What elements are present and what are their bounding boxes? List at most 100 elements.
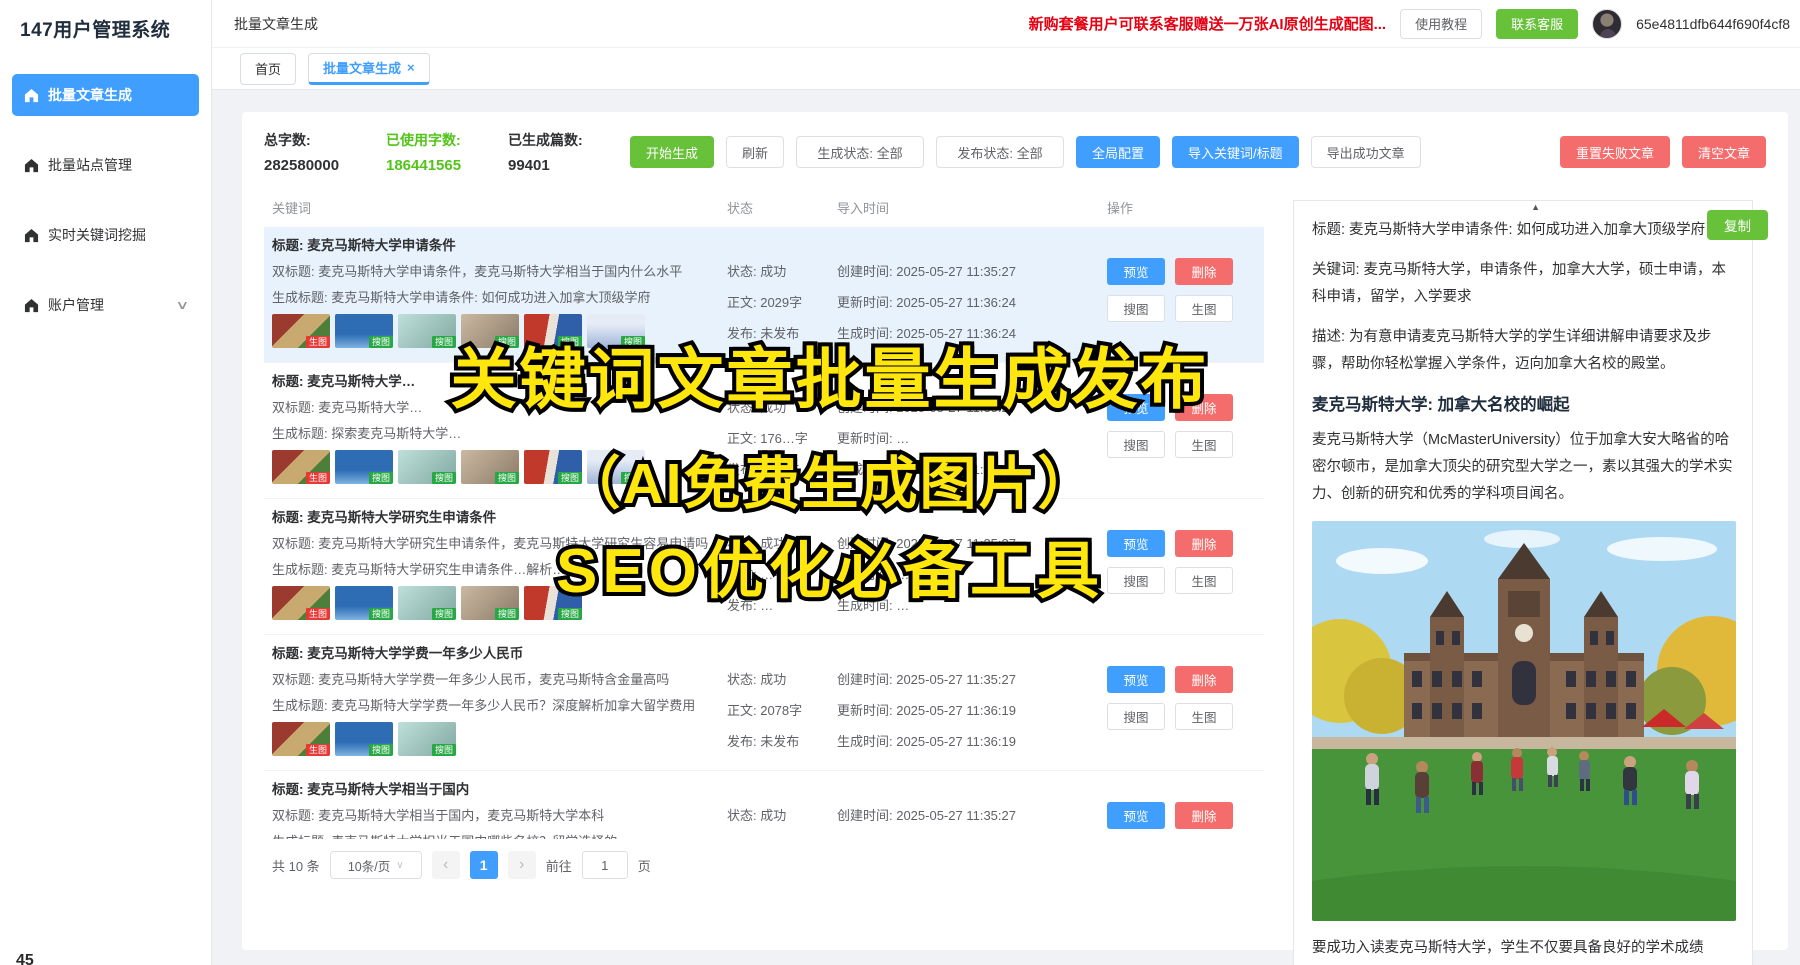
stat-value: 99401 (508, 157, 604, 174)
status-line: 状态: 成功 (727, 806, 837, 826)
time-cell: 创建时间: 2025-05-27 11:35:27更新时间: …生成时间: 20… (837, 372, 1107, 491)
global-config-button[interactable]: 全局配置 (1076, 136, 1160, 168)
thumbnail[interactable]: 搜图 (335, 450, 393, 484)
clear-articles-button[interactable]: 清空文章 (1682, 136, 1766, 168)
thumbnail[interactable]: 搜图 (587, 450, 645, 484)
thumbnail[interactable]: 搜图 (335, 586, 393, 620)
thumbnail-tag: 搜图 (558, 608, 582, 620)
table-row[interactable]: 标题: 麦克马斯特大学申请条件双标题: 麦克马斯特大学申请条件，麦克马斯特大学相… (264, 227, 1264, 363)
delete-button[interactable]: 删除 (1175, 666, 1233, 693)
sidebar-item-batch-site[interactable]: 批量站点管理 (12, 144, 199, 186)
delete-button[interactable]: 删除 (1175, 530, 1233, 557)
thumbnail[interactable]: 搜图 (398, 586, 456, 620)
current-page-button[interactable]: 1 (470, 851, 498, 879)
generate-image-button[interactable]: 生图 (1175, 703, 1233, 730)
status-line: 发布: … (727, 596, 837, 616)
preview-button[interactable]: 预览 (1107, 666, 1165, 693)
contact-support-button[interactable]: 联系客服 (1496, 9, 1578, 39)
thumbnail[interactable]: 搜图 (335, 314, 393, 348)
thumbnail-tag: 搜图 (621, 336, 645, 348)
preview-button[interactable]: 预览 (1107, 530, 1165, 557)
table-row[interactable]: 标题: 麦克马斯特大学…双标题: 麦克马斯特大学…生成标题: 探索麦克马斯特大学… (264, 363, 1264, 499)
stat-value: 282580000 (264, 157, 360, 174)
keyword-cell: 标题: 麦克马斯特大学…双标题: 麦克马斯特大学…生成标题: 探索麦克马斯特大学… (272, 372, 727, 491)
tutorial-button[interactable]: 使用教程 (1400, 9, 1482, 39)
generate-image-button[interactable]: 生图 (1175, 567, 1233, 594)
thumbnail-strip: 生图搜图搜图搜图搜图 (272, 586, 715, 620)
pagination: 共 10 条 10条/页 ∨ ‹ 1 › 前往 页 (264, 851, 1264, 879)
goto-label: 前往 (546, 856, 572, 875)
generated-title: 生成标题: 麦克马斯特大学申请条件: 如何成功进入加拿大顶级学府 (272, 288, 715, 308)
sidebar-item-batch-article[interactable]: 批量文章生成 (12, 74, 199, 116)
thumbnail[interactable]: 搜图 (398, 450, 456, 484)
search-image-button[interactable]: 搜图 (1107, 703, 1165, 730)
time-line: 生成时间: 2025-05-27 11:36:19 (837, 732, 1107, 752)
table-row[interactable]: 标题: 麦克马斯特大学研究生申请条件双标题: 麦克马斯特大学研究生申请条件，麦克… (264, 499, 1264, 635)
status-line: 发布: 未发布 (727, 732, 837, 752)
thumbnail[interactable]: 搜图 (461, 314, 519, 348)
search-image-button[interactable]: 搜图 (1107, 567, 1165, 594)
thumbnail[interactable]: 搜图 (524, 586, 582, 620)
refresh-button[interactable]: 刷新 (726, 136, 784, 168)
thumbnail[interactable]: 搜图 (461, 586, 519, 620)
thumbnail-strip: 生图搜图搜图搜图搜图搜图 (272, 450, 715, 484)
thumbnail[interactable]: 生图 (272, 314, 330, 348)
generate-image-button[interactable]: 生图 (1175, 431, 1233, 458)
delete-button[interactable]: 删除 (1175, 802, 1233, 829)
stat-label: 已生成篇数: (508, 130, 604, 150)
generate-image-button[interactable]: 生图 (1175, 295, 1233, 322)
page-size-select[interactable]: 10条/页 ∨ (330, 851, 422, 879)
thumbnail[interactable]: 生图 (272, 586, 330, 620)
thumbnail-tag: 生图 (306, 608, 330, 620)
thumbnail[interactable]: 搜图 (524, 450, 582, 484)
sidebar-item-account[interactable]: 账户管理 ∨ (12, 284, 199, 326)
goto-page-input[interactable] (582, 851, 628, 879)
preview-button[interactable]: 预览 (1107, 394, 1165, 421)
search-image-button[interactable]: 搜图 (1107, 431, 1165, 458)
article-title: 标题: 麦克马斯特大学学费一年多少人民币 (272, 644, 715, 664)
home-icon (24, 298, 39, 313)
time-line: 创建时间: 2025-05-27 11:35:27 (837, 262, 1107, 282)
table-row[interactable]: 标题: 麦克马斯特大学相当于国内双标题: 麦克马斯特大学相当于国内，麦克马斯特大… (264, 771, 1264, 839)
import-keywords-button[interactable]: 导入关键词/标题 (1172, 136, 1299, 168)
preview-button[interactable]: 预览 (1107, 258, 1165, 285)
copy-button[interactable]: 复制 (1707, 210, 1768, 240)
scroll-up-icon[interactable]: ▲ (1531, 202, 1540, 212)
preview-button[interactable]: 预览 (1107, 802, 1165, 829)
preview-heading: 麦克马斯特大学: 加拿大名校的崛起 (1312, 391, 1734, 415)
stat-label: 总字数: (264, 130, 360, 150)
thumbnail[interactable]: 搜图 (587, 314, 645, 348)
announcement-text: 新购套餐用户可联系客服赠送一万张AI原创生成配图... (1029, 13, 1387, 34)
publish-status-select[interactable]: 发布状态: 全部 (936, 136, 1064, 168)
tab-home[interactable]: 首页 (240, 53, 296, 85)
home-icon (24, 88, 39, 103)
thumbnail[interactable]: 生图 (272, 450, 330, 484)
avatar[interactable] (1592, 9, 1622, 39)
start-generate-button[interactable]: 开始生成 (630, 136, 714, 168)
thumbnail-tag: 搜图 (495, 336, 519, 348)
sidebar-item-keyword-mining[interactable]: 实时关键词挖掘 (12, 214, 199, 256)
thumbnail[interactable]: 搜图 (398, 722, 456, 756)
delete-button[interactable]: 删除 (1175, 394, 1233, 421)
table-row[interactable]: 标题: 麦克马斯特大学学费一年多少人民币双标题: 麦克马斯特大学学费一年多少人民… (264, 635, 1264, 771)
tab-batch-article[interactable]: 批量文章生成 × (308, 53, 430, 85)
next-page-button[interactable]: › (508, 851, 536, 879)
select-value: 生成状态: 全部 (817, 143, 902, 162)
dual-title: 双标题: 麦克马斯特大学申请条件，麦克马斯特大学相当于国内什么水平 (272, 262, 715, 282)
time-cell: 创建时间: 2025-05-27 11:35:27更新时间: 2025-05-2… (837, 644, 1107, 763)
prev-page-button[interactable]: ‹ (432, 851, 460, 879)
export-success-button[interactable]: 导出成功文章 (1311, 136, 1421, 168)
thumbnail-tag: 生图 (306, 472, 330, 484)
reset-failed-button[interactable]: 重置失败文章 (1560, 136, 1670, 168)
delete-button[interactable]: 删除 (1175, 258, 1233, 285)
status-line: 发布: 未发布 (727, 324, 837, 344)
thumbnail[interactable]: 生图 (272, 722, 330, 756)
search-image-button[interactable]: 搜图 (1107, 295, 1165, 322)
tab-close-icon[interactable]: × (407, 60, 415, 75)
thumbnail[interactable]: 搜图 (524, 314, 582, 348)
thumbnail[interactable]: 搜图 (461, 450, 519, 484)
thumbnail-tag: 搜图 (369, 608, 393, 620)
thumbnail[interactable]: 搜图 (398, 314, 456, 348)
thumbnail[interactable]: 搜图 (335, 722, 393, 756)
generate-status-select[interactable]: 生成状态: 全部 (796, 136, 924, 168)
